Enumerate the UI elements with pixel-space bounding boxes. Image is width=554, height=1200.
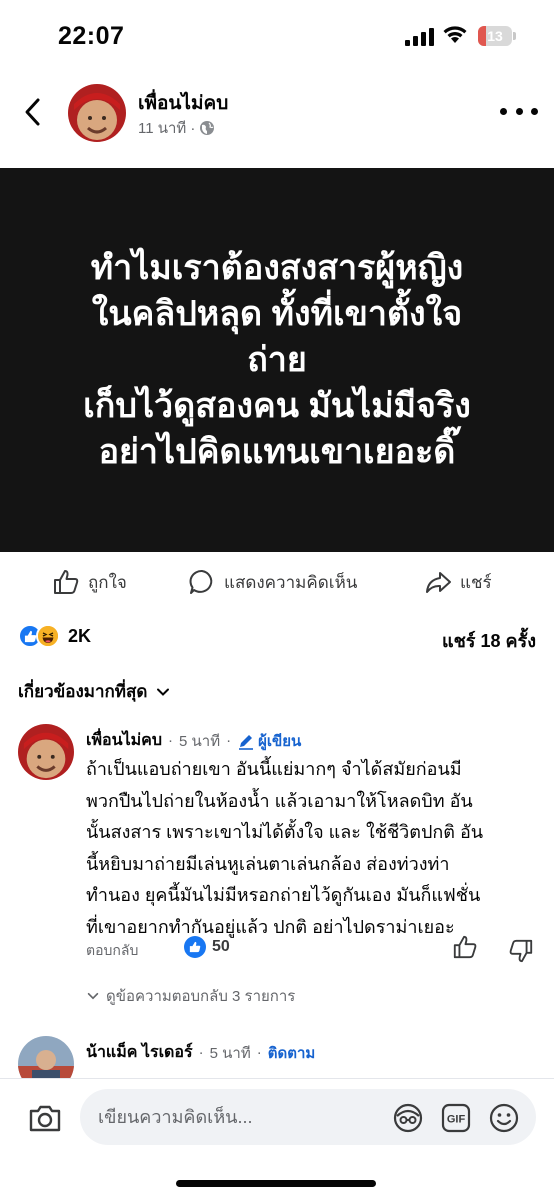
commenter-name[interactable]: เพื่อนไม่คบ bbox=[86, 728, 162, 753]
comment-footer: ตอบกลับ 50 bbox=[86, 934, 536, 964]
post-time: 11 นาที bbox=[138, 120, 187, 137]
follow-button[interactable]: ติดตาม bbox=[268, 1041, 316, 1065]
post-image-text: ทำไมเราต้องสงสารผู้หญิง ในคลิปหลุด ทั้งท… bbox=[83, 249, 471, 471]
more-options-icon[interactable] bbox=[500, 96, 538, 126]
wifi-icon bbox=[443, 26, 467, 43]
post-actions: ถูกใจ แสดงความคิดเห็น แชร์ bbox=[0, 560, 554, 604]
comment-input[interactable] bbox=[98, 1089, 378, 1145]
avatar-sticker-icon[interactable] bbox=[392, 1102, 424, 1134]
back-icon[interactable] bbox=[18, 94, 48, 130]
share-arrow-icon bbox=[426, 572, 451, 593]
commenter-name[interactable]: น้าแม็ค ไรเดอร์ bbox=[86, 1040, 193, 1065]
like-button[interactable]: ถูกใจ bbox=[52, 568, 127, 596]
view-replies-label: ดูข้อความตอบกลับ 3 รายการ bbox=[106, 988, 296, 1005]
battery-icon: 13 bbox=[478, 26, 516, 46]
author-badge: ผู้เขียน bbox=[237, 729, 301, 753]
like-count-value: 50 bbox=[212, 938, 230, 955]
svg-text:GIF: GIF bbox=[447, 1114, 466, 1126]
post-header: เพื่อนไม่คบ 11 นาที · bbox=[0, 70, 554, 168]
home-indicator bbox=[176, 1180, 376, 1187]
thumbs-up-icon bbox=[54, 570, 79, 594]
commenter-avatar[interactable] bbox=[18, 1036, 74, 1078]
meta-separator: · bbox=[198, 1044, 204, 1061]
thumbs-down-icon[interactable] bbox=[508, 938, 534, 964]
commenter-avatar[interactable] bbox=[18, 724, 74, 780]
post-meta: 11 นาที · bbox=[138, 116, 215, 140]
globe-icon bbox=[200, 121, 215, 135]
like-label: ถูกใจ bbox=[88, 572, 127, 592]
comment-header: น้าแม็ค ไรเดอร์ · 5 นาที · ติดตาม bbox=[86, 1040, 315, 1065]
status-time: 22:07 bbox=[58, 22, 125, 50]
share-button[interactable]: แชร์ bbox=[424, 568, 492, 596]
share-label: แชร์ bbox=[460, 572, 492, 592]
comment-time: 5 นาที bbox=[209, 1044, 251, 1062]
comment: น้าแม็ค ไรเดอร์ · 5 นาที · ติดตาม bbox=[0, 1034, 554, 1078]
status-bar: 22:07 13 bbox=[0, 0, 554, 70]
author-name[interactable]: เพื่อนไม่คบ bbox=[138, 88, 228, 118]
cellular-signal-icon bbox=[405, 28, 434, 46]
share-count[interactable]: แชร์ 18 ครั้ง bbox=[442, 626, 536, 655]
author-badge-label: ผู้เขียน bbox=[258, 732, 302, 750]
camera-icon[interactable] bbox=[28, 1103, 62, 1133]
author-avatar[interactable] bbox=[68, 84, 126, 142]
emoji-icon[interactable] bbox=[488, 1102, 520, 1134]
comment-label: แสดงความคิดเห็น bbox=[224, 572, 358, 592]
post-stats: 2K แชร์ 18 ครั้ง bbox=[0, 620, 554, 656]
reply-button[interactable]: ตอบกลับ bbox=[86, 940, 138, 962]
post-image[interactable]: ทำไมเราต้องสงสารผู้หญิง ในคลิปหลุด ทั้งท… bbox=[0, 168, 554, 552]
reaction-count: 2K bbox=[68, 625, 92, 646]
haha-reaction-icon bbox=[36, 624, 60, 648]
like-reaction-icon bbox=[184, 936, 206, 958]
meta-separator: · bbox=[256, 1044, 262, 1061]
comment-time: 5 นาที bbox=[179, 732, 221, 750]
comment-header: เพื่อนไม่คบ · 5 นาที · ผู้เขียน bbox=[86, 728, 301, 753]
sort-label: เกี่ยวข้องมากที่สุด bbox=[18, 682, 148, 701]
chevron-down-icon bbox=[157, 688, 170, 696]
comment-bubble-icon bbox=[189, 569, 213, 594]
battery-level: 13 bbox=[487, 28, 503, 44]
comment-button[interactable]: แสดงความคิดเห็น bbox=[188, 568, 357, 596]
reaction-summary[interactable]: 2K bbox=[18, 624, 91, 648]
gif-icon[interactable]: GIF bbox=[440, 1102, 472, 1134]
view-replies-button[interactable]: ดูข้อความตอบกลับ 3 รายการ bbox=[86, 984, 295, 1008]
meta-separator: · bbox=[168, 732, 174, 749]
meta-separator: · bbox=[226, 732, 232, 749]
comment-text: ถ้าเป็นแอบถ่ายเขา อันนี้แย่มากๆ จำได้สมั… bbox=[86, 759, 484, 937]
thumbs-up-icon[interactable] bbox=[452, 934, 478, 960]
comment-composer[interactable]: GIF bbox=[80, 1089, 536, 1145]
comment-like-count[interactable]: 50 bbox=[184, 936, 230, 958]
comment-sort-dropdown[interactable]: เกี่ยวข้องมากที่สุด bbox=[18, 678, 171, 705]
chevron-down-icon bbox=[87, 992, 99, 1000]
pencil-icon bbox=[239, 734, 254, 750]
meta-separator: · bbox=[190, 119, 196, 137]
